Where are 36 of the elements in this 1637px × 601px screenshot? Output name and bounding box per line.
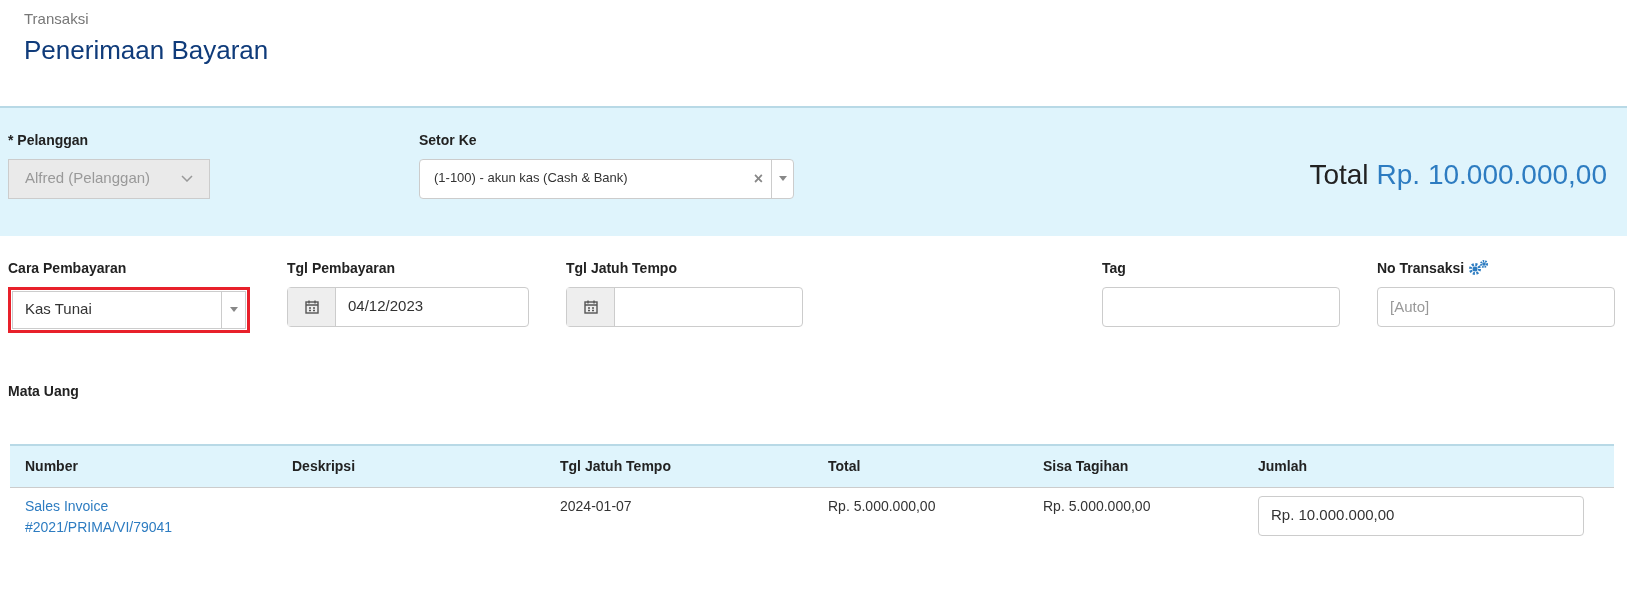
field-label: Tgl Pembayaran [287, 258, 396, 278]
calendar-icon [583, 299, 598, 314]
input-field[interactable] [1102, 286, 1340, 327]
column-header: Tgl Jatuh Tempo [560, 458, 671, 474]
column-header: Total [828, 458, 861, 474]
breadcrumb: Transaksi [24, 9, 90, 29]
invoice-link[interactable]: Sales Invoice #2021/PRIMA/VI/79041 [25, 495, 292, 538]
caret-icon [229, 307, 238, 312]
field-label: Mata Uang [8, 381, 79, 401]
settings-icon[interactable] [1468, 260, 1491, 276]
field-label: * Pelanggan [8, 130, 90, 150]
table-cell: 2024-01-07 [560, 497, 632, 514]
field-label: Tag [1102, 258, 1126, 278]
clear-button[interactable]: × [745, 166, 771, 191]
field-label: No Transaksi [1377, 258, 1465, 278]
payment-method-select[interactable]: Kas Tunai [12, 290, 246, 329]
date-field[interactable]: 04/12/2023 [287, 286, 529, 327]
field-label: Tgl Jatuh Tempo [566, 258, 677, 278]
field-label: Setor Ke [419, 130, 478, 150]
deposit-account-select[interactable]: (1-100) - akun kas (Cash & Bank) × [419, 158, 794, 199]
column-header: Number [25, 458, 78, 474]
column-header: Deskripsi [292, 458, 356, 474]
calendar-icon [304, 299, 319, 314]
table-cell: Rp. 5.000.000,00 [1043, 497, 1151, 514]
column-header: Sisa Tagihan [1043, 458, 1129, 474]
caret-icon [778, 176, 787, 181]
table-cell: Rp. 5.000.000,00 [828, 497, 936, 514]
field-label: Cara Pembayaran [8, 258, 127, 278]
input-field[interactable]: [Auto] [1377, 286, 1615, 327]
page-title: Penerimaan Bayaran [24, 33, 270, 67]
date-field[interactable] [566, 286, 803, 327]
chevron-down-icon [181, 175, 193, 182]
total-label: Total [1309, 157, 1369, 192]
amount-field[interactable]: Rp. 10.000.000,00 [1258, 495, 1584, 536]
column-header: Jumlah [1258, 458, 1307, 474]
total-amount: Rp. 10.000.000,00 [1376, 157, 1607, 192]
